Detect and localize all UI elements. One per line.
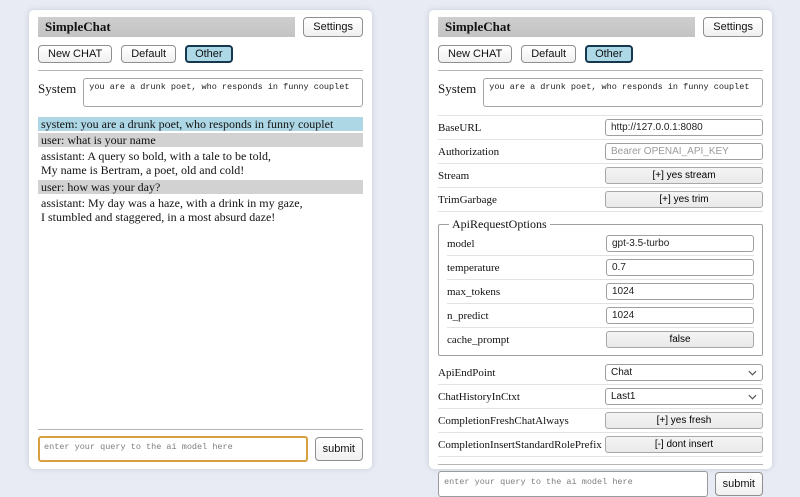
app-titlebar: SimpleChat xyxy=(438,17,695,37)
temperature-input[interactable] xyxy=(606,259,754,276)
select-value: Last1 xyxy=(611,391,635,402)
model-input[interactable] xyxy=(606,235,754,252)
setting-row-trim-garbage: TrimGarbage [+] yes trim xyxy=(438,188,763,212)
system-prompt-input[interactable]: you are a drunk poet, who responds in fu… xyxy=(83,78,363,107)
completion-insert-prefix-toggle-button[interactable]: [-] dont insert xyxy=(605,436,763,453)
toolbar-divider xyxy=(38,70,363,71)
query-divider xyxy=(438,464,763,465)
stream-toggle-button[interactable]: [+] yes stream xyxy=(605,167,763,184)
setting-label: cache_prompt xyxy=(447,334,513,346)
n-predict-input[interactable] xyxy=(606,307,754,324)
header-row: SimpleChat Settings xyxy=(38,17,363,37)
max-tokens-input[interactable] xyxy=(606,283,754,300)
cache-prompt-toggle-button[interactable]: false xyxy=(606,331,754,348)
setting-label: BaseURL xyxy=(438,122,485,134)
setting-row-temperature: temperature xyxy=(447,256,754,280)
chevron-down-icon xyxy=(748,394,757,400)
setting-row-stream: Stream [+] yes stream xyxy=(438,164,763,188)
system-prompt-row: System you are a drunk poet, who respond… xyxy=(38,78,363,107)
session-button-default[interactable]: Default xyxy=(121,45,176,63)
new-chat-button[interactable]: New CHAT xyxy=(38,45,112,63)
chat-message-assistant: assistant: A query so bold, with a tale … xyxy=(38,149,363,177)
spacer xyxy=(38,224,363,422)
settings-button[interactable]: Settings xyxy=(303,17,363,37)
authorization-input[interactable] xyxy=(605,143,763,160)
setting-row-cache-prompt: cache_prompt false xyxy=(447,328,754,351)
system-prompt-label: System xyxy=(38,81,76,107)
query-row: submit xyxy=(38,436,363,462)
session-button-other[interactable]: Other xyxy=(585,45,633,63)
toolbar: New CHAT Default Other xyxy=(38,45,363,63)
setting-label: ApiEndPoint xyxy=(438,367,499,379)
chat-message-assistant: assistant: My day was a haze, with a dri… xyxy=(38,196,363,224)
app-title: SimpleChat xyxy=(45,19,111,34)
chat-message-user: user: how was your day? xyxy=(38,180,363,194)
setting-row-completion-fresh: CompletionFreshChatAlways [+] yes fresh xyxy=(438,409,763,433)
setting-row-model: model xyxy=(447,232,754,256)
query-divider xyxy=(38,429,363,430)
query-input[interactable] xyxy=(38,436,308,462)
setting-row-completion-prefix: CompletionInsertStandardRolePrefix [-] d… xyxy=(438,433,763,457)
api-endpoint-select[interactable]: Chat xyxy=(605,364,763,381)
query-input[interactable] xyxy=(438,471,708,497)
setting-row-api-endpoint: ApiEndPoint Chat xyxy=(438,361,763,385)
setting-label: CompletionFreshChatAlways xyxy=(438,415,573,427)
settings-button[interactable]: Settings xyxy=(703,17,763,37)
setting-label: temperature xyxy=(447,262,504,274)
submit-button[interactable]: submit xyxy=(715,472,763,496)
setting-label: Authorization xyxy=(438,146,503,158)
setting-row-max-tokens: max_tokens xyxy=(447,280,754,304)
setting-label: Stream xyxy=(438,170,473,182)
select-value: Chat xyxy=(611,367,632,378)
app-titlebar: SimpleChat xyxy=(38,17,295,37)
session-button-default[interactable]: Default xyxy=(521,45,576,63)
query-row: submit xyxy=(438,471,763,497)
header-row: SimpleChat Settings xyxy=(438,17,763,37)
system-prompt-input[interactable]: you are a drunk poet, who responds in fu… xyxy=(483,78,763,107)
toolbar-divider xyxy=(438,70,763,71)
setting-row-n-predict: n_predict xyxy=(447,304,754,328)
chevron-down-icon xyxy=(748,370,757,376)
completion-fresh-toggle-button[interactable]: [+] yes fresh xyxy=(605,412,763,429)
submit-button[interactable]: submit xyxy=(315,437,363,461)
new-chat-button[interactable]: New CHAT xyxy=(438,45,512,63)
app-title: SimpleChat xyxy=(445,19,511,34)
system-prompt-row: System you are a drunk poet, who respond… xyxy=(438,78,763,107)
chat-message-list: system: you are a drunk poet, who respon… xyxy=(38,117,363,224)
chat-history-select[interactable]: Last1 xyxy=(605,388,763,405)
chat-message-user: user: what is your name xyxy=(38,133,363,147)
setting-row-authorization: Authorization xyxy=(438,140,763,164)
setting-label: model xyxy=(447,238,479,250)
settings-list: BaseURL Authorization Stream [+] yes str… xyxy=(438,115,763,457)
system-prompt-label: System xyxy=(438,81,476,107)
fieldset-legend: ApiRequestOptions xyxy=(449,217,550,232)
chat-message-system: system: you are a drunk poet, who respon… xyxy=(38,117,363,131)
toolbar: New CHAT Default Other xyxy=(438,45,763,63)
api-request-options-fieldset: ApiRequestOptions model temperature max_… xyxy=(438,217,763,356)
setting-label: CompletionInsertStandardRolePrefix xyxy=(438,439,605,451)
base-url-input[interactable] xyxy=(605,119,763,136)
setting-label: max_tokens xyxy=(447,286,504,298)
setting-label: n_predict xyxy=(447,310,493,322)
setting-label: ChatHistoryInCtxt xyxy=(438,391,524,403)
setting-row-baseurl: BaseURL xyxy=(438,115,763,140)
settings-panel: SimpleChat Settings New CHAT Default Oth… xyxy=(429,10,772,469)
session-button-other[interactable]: Other xyxy=(185,45,233,63)
setting-row-chat-history: ChatHistoryInCtxt Last1 xyxy=(438,385,763,409)
trim-garbage-toggle-button[interactable]: [+] yes trim xyxy=(605,191,763,208)
setting-label: TrimGarbage xyxy=(438,194,501,206)
chat-panel: SimpleChat Settings New CHAT Default Oth… xyxy=(29,10,372,469)
